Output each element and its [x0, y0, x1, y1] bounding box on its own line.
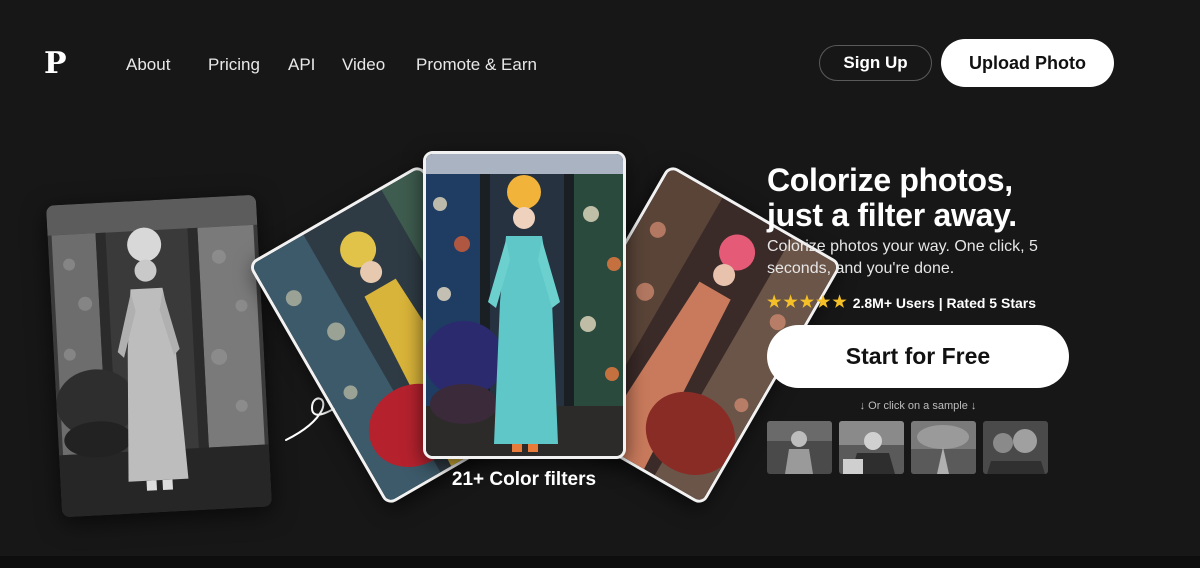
rating-row: ★ ★ ★ ★ ★ 2.8M+ Users | Rated 5 Stars	[767, 293, 1036, 313]
star-icon: ★	[832, 294, 847, 311]
sample-hint: ↓ Or click on a sample ↓	[859, 400, 977, 412]
nav-video[interactable]: Video	[342, 55, 385, 75]
nav-api[interactable]: API	[288, 55, 315, 75]
original-bw-photo	[45, 194, 273, 518]
color-filters-caption: 21+ Color filters	[451, 469, 597, 490]
hero-title: Colorize photos, just a filter away.	[767, 163, 1187, 233]
star-icon: ★	[783, 294, 798, 311]
star-icon: ★	[816, 294, 831, 311]
nav-promote-earn[interactable]: Promote & Earn	[416, 55, 537, 75]
nav-about[interactable]: About	[126, 55, 170, 75]
sample-thumbnail-3[interactable]	[911, 421, 976, 474]
sample-thumbnail-2[interactable]	[839, 421, 904, 474]
rating-stars: ★ ★ ★ ★ ★	[767, 295, 847, 311]
hero-subtitle: Colorize photos your way. One click, 5 s…	[767, 238, 1038, 277]
nav-pricing[interactable]: Pricing	[208, 55, 260, 75]
signup-button[interactable]: Sign Up	[819, 45, 932, 81]
rating-text: 2.8M+ Users | Rated 5 Stars	[852, 295, 1037, 311]
hero-title-line-1: Colorize photos,	[767, 162, 1013, 198]
star-icon: ★	[799, 294, 815, 311]
logo[interactable]: P	[44, 46, 67, 82]
colorized-sample-center	[423, 151, 626, 459]
sample-thumbnail-1[interactable]	[767, 421, 832, 474]
star-icon: ★	[767, 294, 782, 311]
hero-title-line-2: just a filter away.	[767, 197, 1017, 233]
bottom-strip	[0, 556, 1200, 568]
sample-thumbnail-4[interactable]	[983, 421, 1048, 474]
sample-thumbnails	[767, 421, 1048, 474]
start-for-free-button[interactable]: Start for Free	[767, 325, 1069, 388]
upload-photo-button[interactable]: Upload Photo	[941, 39, 1114, 87]
